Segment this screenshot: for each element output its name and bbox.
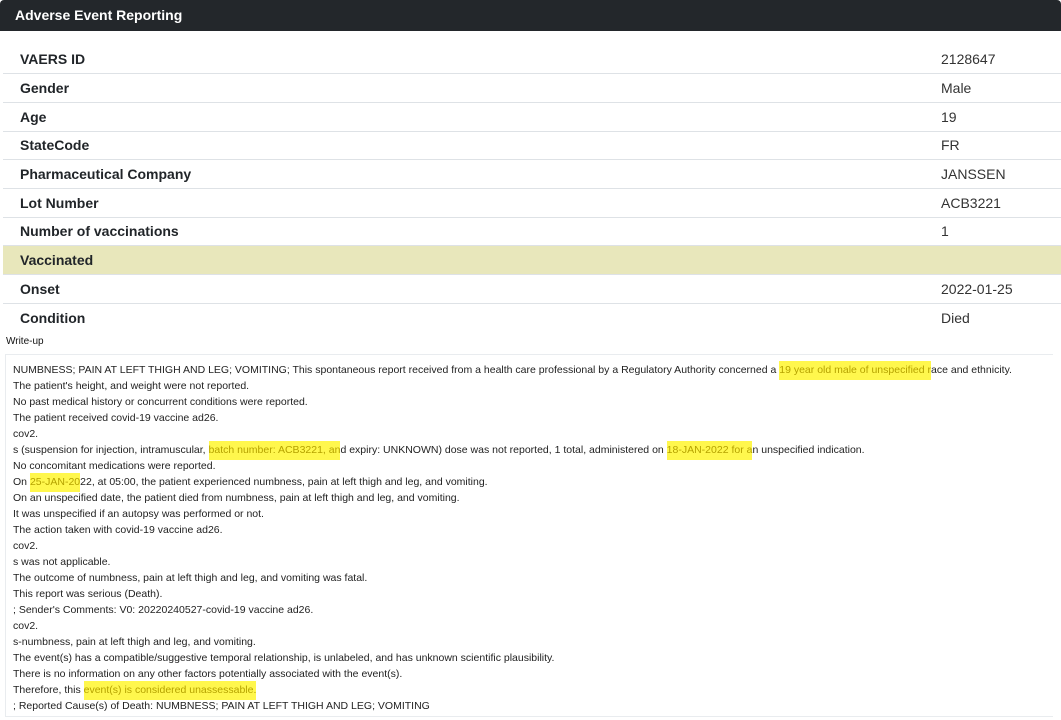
writeup-line: cov2. — [13, 618, 1053, 634]
writeup-line: The event(s) has a compatible/suggestive… — [13, 650, 1053, 666]
writeup-text-segment: cov2. — [13, 540, 39, 552]
writeup-text-segment: The event(s) has a compatible/suggestive… — [13, 652, 555, 664]
writeup-line: There is no information on any other fac… — [13, 666, 1053, 682]
writeup-text-segment: There is no information on any other fac… — [13, 668, 403, 680]
writeup-text-segment: No past medical history or concurrent co… — [13, 396, 308, 408]
details-row-condition: Condition Died — [3, 302, 1061, 332]
writeup-line: On 25-JAN-2022, at 05:00, the patient ex… — [13, 473, 1053, 492]
writeup-text-segment: ; Reported Cause(s) of Death: NUMBNESS; … — [13, 700, 430, 712]
details-table: VAERS ID 2128647 Gender Male Age 19 Stat… — [3, 45, 1061, 332]
writeup-highlight: 19 year old male of unspecified r — [779, 361, 932, 380]
details-row-gender: Gender Male — [3, 73, 1061, 103]
writeup-text-segment: s was not applicable. — [13, 556, 111, 568]
writeup-line: ; Sender's Comments: V0: 20220240527-cov… — [13, 602, 1053, 618]
writeup-text-segment: NUMBNESS; PAIN AT LEFT THIGH AND LEG; VO… — [13, 364, 780, 376]
writeup-line: The patient's height, and weight were no… — [13, 378, 1053, 394]
writeup-text-segment: The patient received covid-19 vaccine ad… — [13, 412, 219, 424]
writeup-text-segment: ace and ethnicity. — [931, 364, 1012, 376]
writeup-line: s (suspension for injection, intramuscul… — [13, 441, 1053, 460]
details-row-vaccinated: Vaccinated — [3, 245, 1061, 275]
details-row-age: Age 19 — [3, 101, 1061, 132]
writeup-line: The action taken with covid-19 vaccine a… — [13, 522, 1053, 538]
writeup-line: s was not applicable. — [13, 554, 1053, 570]
details-value: JANSSEN — [939, 159, 1061, 189]
details-key: Number of vaccinations — [3, 216, 939, 246]
writeup-line: NUMBNESS; PAIN AT LEFT THIGH AND LEG; VO… — [13, 361, 1053, 380]
writeup-text-segment: No concomitant medications were reported… — [13, 460, 216, 472]
writeup-text-segment: cov2. — [13, 620, 39, 632]
writeup-line: It was unspecified if an autopsy was per… — [13, 506, 1053, 522]
writeup-highlight: 18-JAN-2022 for a — [666, 441, 753, 460]
details-value: Male — [939, 73, 1061, 103]
writeup-line: No past medical history or concurrent co… — [13, 394, 1053, 410]
details-row-onset: Onset 2022-01-25 — [3, 274, 1061, 304]
page-title: Adverse Event Reporting — [15, 7, 183, 23]
writeup-text-segment: ; Sender's Comments: V0: 20220240527-cov… — [13, 604, 314, 616]
writeup-text-segment: s (suspension for injection, intramuscul… — [13, 444, 209, 456]
writeup-label: Write-up — [6, 336, 44, 347]
details-key: StateCode — [3, 130, 939, 160]
page-header: Adverse Event Reporting — [0, 0, 1061, 31]
writeup-line: cov2. — [13, 426, 1053, 442]
writeup-text-segment: Therefore, this — [13, 684, 84, 696]
details-key: Condition — [3, 302, 939, 332]
writeup-text-segment: This report was serious (Death). — [13, 588, 163, 600]
writeup-text-segment: The outcome of numbness, pain at left th… — [13, 572, 368, 584]
writeup-text-segment: The action taken with covid-19 vaccine a… — [13, 524, 223, 536]
writeup-text-segment: On an unspecified date, the patient died… — [13, 492, 460, 504]
details-row-pharmaceutical-company: Pharmaceutical Company JANSSEN — [3, 159, 1061, 189]
writeup-line: No concomitant medications were reported… — [13, 458, 1053, 474]
writeup-line: s-numbness, pain at left thigh and leg, … — [13, 634, 1053, 650]
details-value: 2128647 — [941, 51, 996, 68]
writeup-line: cov2. — [13, 538, 1053, 554]
details-key: Age — [3, 101, 939, 132]
writeup-text: NUMBNESS; PAIN AT LEFT THIGH AND LEG; VO… — [5, 354, 1053, 717]
details-row-statecode: StateCode FR — [3, 130, 1061, 160]
details-key: Gender — [3, 73, 939, 103]
writeup-text-segment: cov2. — [13, 428, 39, 440]
writeup-line: This report was serious (Death). — [13, 586, 1053, 602]
writeup-line: Therefore, this event(s) is considered u… — [13, 681, 1053, 700]
details-key: Pharmaceutical Company — [3, 159, 939, 189]
writeup-highlight: batch number: ACB3221, an — [208, 441, 341, 460]
writeup-text-segment: The patient's height, and weight were no… — [13, 380, 250, 392]
details-value: Died — [939, 302, 1061, 332]
details-value: ACB3221 — [939, 187, 1061, 218]
writeup-line: The patient received covid-19 vaccine ad… — [13, 410, 1053, 426]
writeup-text-segment: It was unspecified if an autopsy was per… — [13, 508, 264, 520]
details-row-lot-number: Lot Number ACB3221 — [3, 187, 1061, 218]
writeup-line: On an unspecified date, the patient died… — [13, 490, 1053, 506]
details-key: Lot Number — [3, 187, 939, 218]
details-value: FR — [939, 130, 1061, 160]
writeup-text-segment: On — [13, 476, 30, 488]
details-key: Vaccinated — [3, 245, 939, 275]
details-row-number-of-vaccinations: Number of vaccinations 1 — [3, 216, 1061, 246]
writeup-text-segment: d expiry: UNKNOWN) dose was not reported… — [340, 444, 667, 456]
details-value — [939, 245, 1061, 275]
writeup-line: The outcome of numbness, pain at left th… — [13, 570, 1053, 586]
writeup-text-segment: 22, at 05:00, the patient experienced nu… — [80, 476, 488, 488]
details-value: 19 — [939, 101, 1061, 132]
writeup-text-segment: s-numbness, pain at left thigh and leg, … — [13, 636, 256, 648]
details-value: 2022-01-25 — [939, 274, 1061, 304]
details-key: VAERS ID — [20, 51, 86, 68]
writeup-line: ; Reported Cause(s) of Death: NUMBNESS; … — [13, 698, 1053, 714]
details-key: Onset — [3, 274, 939, 304]
writeup-text-segment: n unspecified indication. — [752, 444, 865, 456]
details-row-vaers-id: VAERS ID 2128647 — [3, 45, 1061, 74]
details-value: 1 — [939, 216, 1061, 246]
